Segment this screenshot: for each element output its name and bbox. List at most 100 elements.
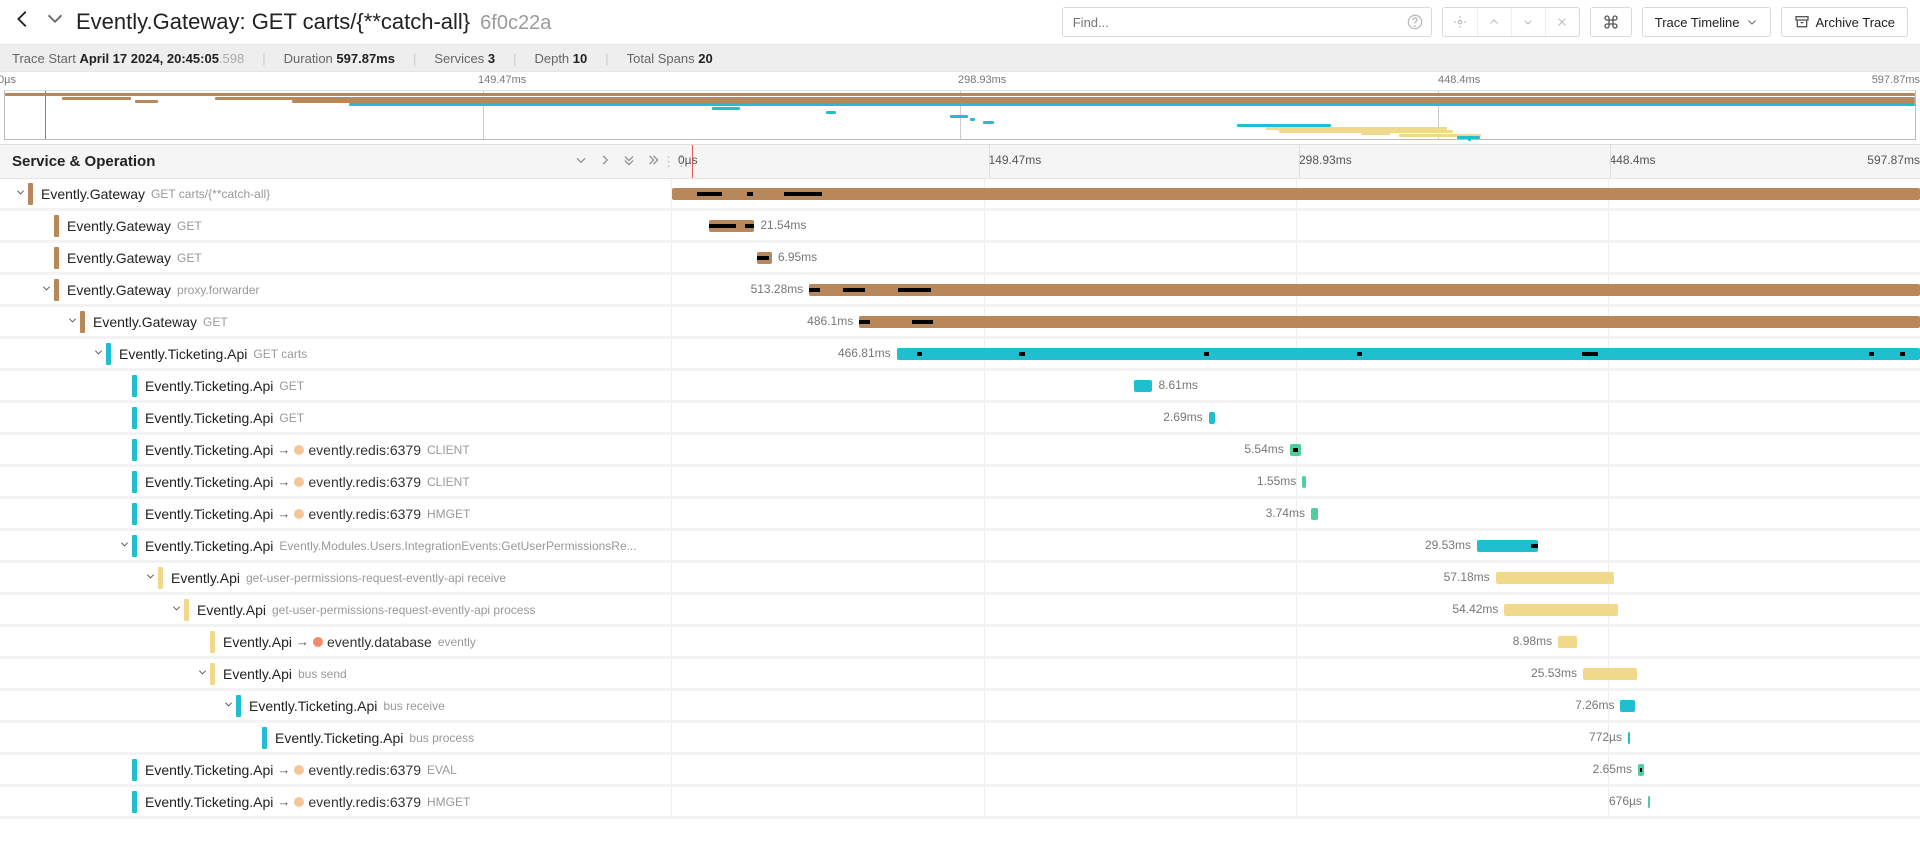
expand-dbl-icon[interactable] bbox=[646, 153, 660, 171]
search-input[interactable] bbox=[1063, 15, 1403, 30]
span-row[interactable]: Evently.Ticketing.Apibus receive7.26ms bbox=[0, 691, 1920, 723]
operation-name: Evently.Modules.Users.IntegrationEvents:… bbox=[279, 539, 636, 553]
back-icon[interactable] bbox=[12, 8, 34, 36]
span-duration: 25.53ms bbox=[1531, 666, 1577, 680]
topbar: Evently.Gateway: GET carts/{**catch-all}… bbox=[0, 0, 1920, 44]
operation-name: bus process bbox=[409, 731, 474, 745]
trace-title: Evently.Gateway: GET carts/{**catch-all}… bbox=[76, 9, 551, 35]
dest-name: evently.database bbox=[327, 634, 432, 650]
span-bar[interactable] bbox=[1558, 636, 1577, 648]
archive-button[interactable]: Archive Trace bbox=[1781, 7, 1908, 37]
service-color bbox=[28, 183, 33, 205]
service-color bbox=[132, 791, 137, 813]
find-next-icon[interactable] bbox=[1511, 8, 1545, 36]
shortcuts-button[interactable] bbox=[1590, 7, 1632, 37]
span-duration: 8.98ms bbox=[1513, 634, 1552, 648]
minimap[interactable]: 0µs149.47ms298.93ms448.4ms597.87ms bbox=[0, 72, 1920, 145]
service-color bbox=[210, 631, 215, 653]
span-bar[interactable] bbox=[1583, 668, 1637, 680]
dest-name: evently.redis:6379 bbox=[308, 506, 421, 522]
dest-kind: HMGET bbox=[427, 795, 470, 809]
statsbar: Trace Start April 17 2024, 20:45:05.598 … bbox=[0, 44, 1920, 72]
service-color bbox=[54, 247, 59, 269]
dest-kind: CLIENT bbox=[427, 443, 470, 457]
span-bar[interactable] bbox=[672, 188, 1920, 200]
span-row[interactable]: Evently.GatewayGET21.54ms bbox=[0, 211, 1920, 243]
span-bar[interactable] bbox=[1620, 700, 1635, 712]
collapse-all-icon[interactable] bbox=[574, 153, 588, 171]
span-row[interactable]: Evently.Ticketing.ApiGET2.69ms bbox=[0, 403, 1920, 435]
span-row[interactable]: Evently.Ticketing.ApiGET carts466.81ms bbox=[0, 339, 1920, 371]
service-color bbox=[132, 503, 137, 525]
expand-icon[interactable] bbox=[44, 8, 66, 36]
span-duration: 513.28ms bbox=[751, 282, 804, 296]
span-row[interactable]: Evently.GatewayGET carts/{**catch-all} bbox=[0, 179, 1920, 211]
caret-icon[interactable] bbox=[90, 347, 106, 361]
service-color bbox=[132, 407, 137, 429]
span-row[interactable]: Evently.Apibus send25.53ms bbox=[0, 659, 1920, 691]
trace-id: 6f0c22a bbox=[480, 12, 551, 35]
span-row[interactable]: Evently.Apiget-user-permissions-request-… bbox=[0, 563, 1920, 595]
span-row[interactable]: Evently.Ticketing.Api→evently.redis:6379… bbox=[0, 435, 1920, 467]
service-color bbox=[132, 375, 137, 397]
span-row[interactable]: Evently.Api get-user-permissions-request-… bbox=[0, 595, 1920, 627]
caret-icon[interactable] bbox=[194, 667, 210, 681]
span-row[interactable]: Evently.Ticketing.Api→evently.redis:6379… bbox=[0, 787, 1920, 819]
dest-name: evently.redis:6379 bbox=[308, 794, 421, 810]
span-row[interactable]: Evently.Ticketing.Api→evently.redis:6379… bbox=[0, 755, 1920, 787]
operation-name: bus send bbox=[298, 667, 347, 681]
span-rows: Evently.GatewayGET carts/{**catch-all}Ev… bbox=[0, 179, 1920, 819]
caret-icon[interactable] bbox=[142, 571, 158, 585]
span-duration: 6.95ms bbox=[778, 250, 817, 264]
span-bar[interactable] bbox=[1311, 508, 1318, 520]
span-duration: 21.54ms bbox=[760, 218, 806, 232]
caret-icon[interactable] bbox=[220, 699, 236, 713]
dest-name: evently.redis:6379 bbox=[308, 474, 421, 490]
find-close-icon[interactable] bbox=[1545, 8, 1579, 36]
span-row[interactable]: Evently.Ticketing.ApiEvently.Modules.Use… bbox=[0, 531, 1920, 563]
locate-icon[interactable] bbox=[1443, 8, 1477, 36]
span-bar[interactable] bbox=[897, 348, 1920, 360]
dest-kind: evently bbox=[438, 635, 476, 649]
span-bar[interactable] bbox=[809, 284, 1920, 296]
span-row[interactable]: Evently.GatewayGET486.1ms bbox=[0, 307, 1920, 339]
service-color bbox=[262, 727, 267, 749]
operation-name: get-user-permissions-request-evently-api… bbox=[272, 603, 535, 617]
find-prev-icon[interactable] bbox=[1477, 8, 1511, 36]
service-color bbox=[54, 279, 59, 301]
service-name: Evently.Ticketing.Api bbox=[145, 378, 273, 394]
dest-name: evently.redis:6379 bbox=[308, 762, 421, 778]
span-row[interactable]: Evently.Ticketing.Api→evently.redis:6379… bbox=[0, 467, 1920, 499]
caret-icon[interactable] bbox=[64, 315, 80, 329]
span-bar[interactable] bbox=[1209, 412, 1215, 424]
caret-icon[interactable] bbox=[38, 283, 54, 297]
view-select[interactable]: Trace Timeline bbox=[1642, 7, 1771, 37]
service-color bbox=[54, 215, 59, 237]
span-bar[interactable] bbox=[1628, 732, 1630, 744]
service-color bbox=[184, 599, 189, 621]
span-bar[interactable] bbox=[1648, 796, 1650, 808]
span-bar[interactable] bbox=[1134, 380, 1153, 392]
span-row[interactable]: Evently.Gatewayproxy.forwarder513.28ms bbox=[0, 275, 1920, 307]
caret-icon[interactable] bbox=[116, 539, 132, 553]
span-row[interactable]: Evently.GatewayGET6.95ms bbox=[0, 243, 1920, 275]
span-duration: 1.55ms bbox=[1257, 474, 1296, 488]
span-row[interactable]: Evently.Ticketing.ApiGET8.61ms bbox=[0, 371, 1920, 403]
help-icon[interactable] bbox=[1403, 10, 1427, 34]
service-name: Evently.Api bbox=[171, 570, 240, 586]
service-name: Evently.Gateway bbox=[93, 314, 197, 330]
service-color bbox=[132, 535, 137, 557]
span-row[interactable]: Evently.Ticketing.Apibus process772µs bbox=[0, 723, 1920, 755]
span-bar[interactable] bbox=[1496, 572, 1615, 584]
expand-one-icon[interactable] bbox=[598, 153, 612, 171]
span-row[interactable]: Evently.Ticketing.Api→evently.redis:6379… bbox=[0, 499, 1920, 531]
span-bar[interactable] bbox=[859, 316, 1920, 328]
service-name: Evently.Api bbox=[197, 602, 266, 618]
collapse-dbl-icon[interactable] bbox=[622, 153, 636, 171]
span-row[interactable]: Evently.Api→evently.databaseevently8.98m… bbox=[0, 627, 1920, 659]
caret-icon[interactable] bbox=[12, 187, 28, 201]
caret-icon[interactable] bbox=[168, 603, 184, 617]
span-bar[interactable] bbox=[1504, 604, 1618, 616]
span-bar[interactable] bbox=[1302, 476, 1306, 488]
span-bar[interactable] bbox=[1477, 540, 1538, 552]
